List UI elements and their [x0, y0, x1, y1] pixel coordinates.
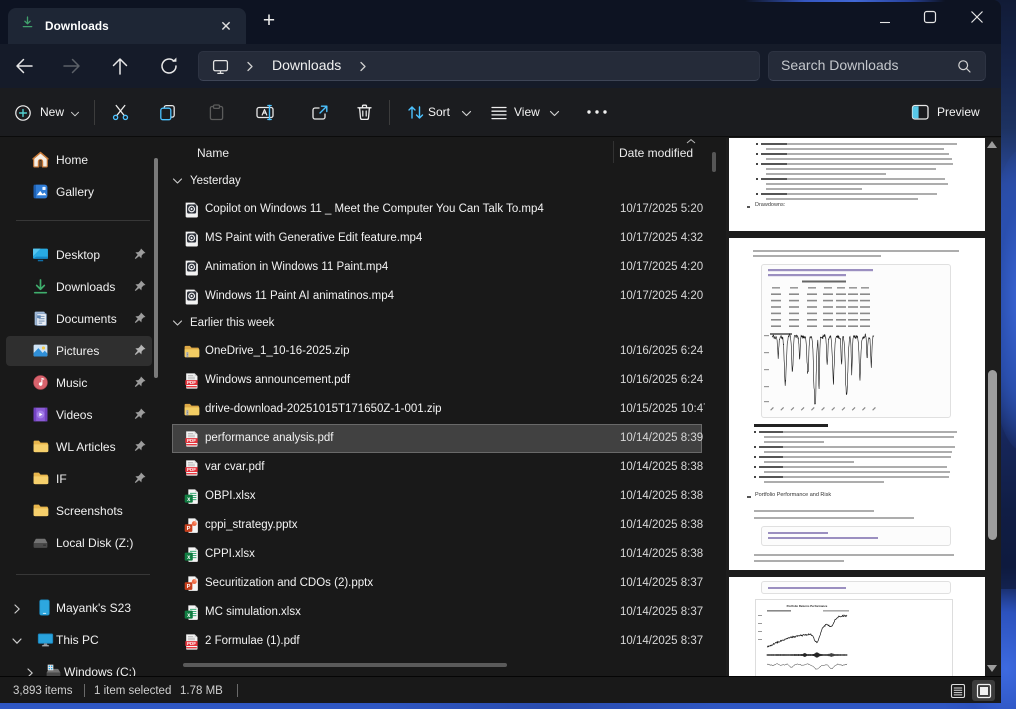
svg-text:Portfolio Returns Performance: Portfolio Returns Performance: [787, 604, 828, 608]
svg-text:P: P: [187, 526, 191, 532]
svg-text:PDF: PDF: [187, 641, 196, 646]
svg-text:PDF: PDF: [187, 438, 196, 443]
svg-text:P: P: [187, 584, 191, 590]
svg-text:PDF: PDF: [187, 380, 196, 385]
svg-text:PDF: PDF: [187, 467, 196, 472]
